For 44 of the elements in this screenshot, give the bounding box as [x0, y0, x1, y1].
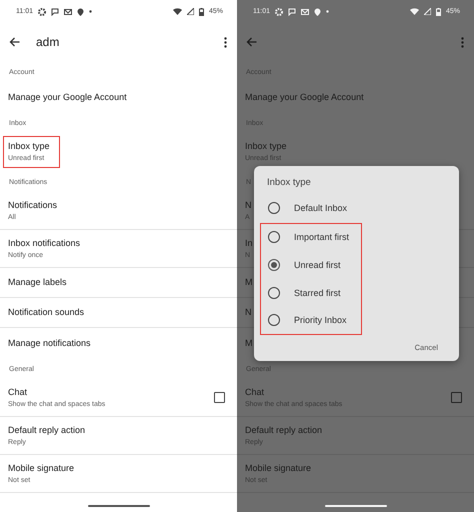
checkbox[interactable] — [214, 392, 225, 403]
gear-icon — [275, 8, 283, 16]
option-label[interactable]: Important first — [294, 232, 350, 242]
wifi-icon — [172, 8, 182, 15]
setting-title[interactable]: Default reply action — [8, 424, 86, 436]
chat-icon — [288, 8, 296, 16]
option-label[interactable]: Unread first — [294, 260, 341, 270]
gear-icon — [38, 8, 46, 16]
radio-button[interactable] — [268, 314, 280, 326]
setting-title[interactable]: Chat — [8, 386, 106, 398]
setting-title[interactable]: Notifications — [8, 200, 58, 210]
checkbox[interactable] — [451, 392, 462, 403]
option-label[interactable]: Default Inbox — [294, 202, 348, 213]
option-label[interactable]: Priority Inbox — [294, 315, 347, 326]
radio-button[interactable] — [268, 231, 280, 244]
signal-icon — [186, 8, 194, 15]
setting-title[interactable]: Inbox type — [8, 141, 50, 152]
option-label[interactable]: Starred first — [294, 288, 341, 298]
dialog-title: Inbox type — [267, 176, 311, 190]
setting-title[interactable]: Manage labels — [8, 277, 67, 288]
setting-title[interactable]: Mobile signature — [8, 462, 74, 474]
mail-icon — [301, 8, 309, 16]
more-options-icon — [461, 36, 464, 48]
back-arrow-icon — [246, 37, 257, 47]
battery-icon — [436, 8, 441, 16]
more-options-icon — [224, 36, 227, 48]
back-arrow-icon — [9, 37, 20, 47]
radio-button[interactable] — [268, 258, 280, 271]
account-title: adm — [36, 35, 60, 49]
dot-icon — [326, 10, 329, 13]
setting-title[interactable]: Notification sounds — [8, 307, 84, 318]
radio-button[interactable] — [268, 286, 280, 299]
wifi-icon — [410, 8, 419, 15]
mail-icon — [64, 8, 72, 16]
setting-title[interactable]: Inbox notifications — [8, 238, 80, 248]
setting-title[interactable]: Manage notifications — [8, 338, 91, 348]
pin-icon — [77, 8, 84, 16]
setting-title[interactable]: Manage your Google Account — [8, 92, 127, 102]
radio-button[interactable] — [268, 202, 280, 214]
pin-icon — [314, 8, 321, 16]
signal-icon — [424, 8, 431, 15]
chat-icon — [51, 8, 59, 16]
battery-icon — [198, 8, 204, 16]
dot-icon — [89, 10, 92, 13]
